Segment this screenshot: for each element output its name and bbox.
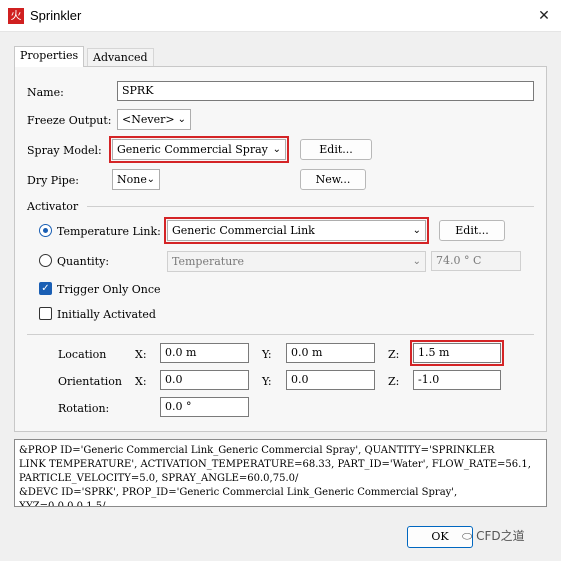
orientation-y-label: Y: xyxy=(262,375,272,388)
temperature-link-radio[interactable] xyxy=(39,224,52,237)
location-y-label: Y: xyxy=(262,348,272,361)
initially-activated-checkbox[interactable] xyxy=(39,307,52,320)
spray-model-select[interactable]: Generic Commercial Spray ⌄ xyxy=(109,136,289,163)
location-z-input[interactable]: 1.5 m xyxy=(410,340,504,366)
orientation-label: Orientation xyxy=(58,375,123,388)
name-label: Name: xyxy=(27,86,64,99)
quantity-select: Temperature ⌄ xyxy=(167,251,426,272)
temperature-link-edit-button[interactable]: Edit... xyxy=(439,220,505,241)
trigger-only-once-checkbox[interactable]: ✓ xyxy=(39,282,52,295)
freeze-output-label: Freeze Output: xyxy=(27,114,112,127)
orientation-y-input[interactable]: 0.0 xyxy=(286,370,375,390)
sprinkler-app-icon: 火 xyxy=(8,8,24,24)
geometry-divider xyxy=(27,334,534,335)
name-input[interactable]: SPRK xyxy=(117,81,534,101)
fds-preview-textbox[interactable]: &PROP ID='Generic Commercial Link_Generi… xyxy=(14,439,547,507)
activator-divider xyxy=(87,206,534,207)
dry-pipe-label: Dry Pipe: xyxy=(27,174,79,187)
quantity-value: Temperature xyxy=(172,255,245,268)
freeze-output-select[interactable]: <Never> ⌄ xyxy=(117,109,191,130)
freeze-output-value: <Never> xyxy=(122,113,175,126)
activation-temperature-field: 74.0 ° C xyxy=(431,251,521,271)
dry-pipe-new-button[interactable]: New... xyxy=(300,169,366,190)
spray-model-label: Spray Model: xyxy=(27,144,102,157)
temperature-link-select[interactable]: Generic Commercial Link ⌄ xyxy=(164,217,429,244)
rotation-label: Rotation: xyxy=(58,402,110,415)
initially-activated-label: Initially Activated xyxy=(57,308,156,321)
wechat-icon: ⬭ xyxy=(462,529,477,543)
chevron-down-icon: ⌄ xyxy=(146,174,155,185)
close-button[interactable]: ✕ xyxy=(533,6,555,26)
tab-properties[interactable]: Properties xyxy=(14,46,85,67)
chevron-down-icon: ⌄ xyxy=(272,144,281,155)
chevron-down-icon: ⌄ xyxy=(177,114,186,125)
orientation-z-label: Z: xyxy=(388,375,400,388)
chevron-down-icon: ⌄ xyxy=(412,256,421,267)
spray-edit-button[interactable]: Edit... xyxy=(300,139,372,160)
activator-label: Activator xyxy=(27,200,79,213)
spray-model-value: Generic Commercial Spray xyxy=(117,143,268,156)
quantity-radio[interactable] xyxy=(39,254,52,267)
location-x-label: X: xyxy=(135,348,147,361)
watermark-text: CFD之道 xyxy=(476,529,525,543)
rotation-input[interactable]: 0.0 ° xyxy=(160,397,249,417)
trigger-only-once-label: Trigger Only Once xyxy=(57,283,161,296)
quantity-label: Quantity: xyxy=(57,255,110,268)
orientation-z-input[interactable]: -1.0 xyxy=(413,370,501,390)
chevron-down-icon: ⌄ xyxy=(412,225,421,236)
location-z-label: Z: xyxy=(388,348,400,361)
dry-pipe-value: None xyxy=(117,173,147,186)
tab-advanced[interactable]: Advanced xyxy=(87,48,154,66)
temperature-link-value: Generic Commercial Link xyxy=(172,224,315,237)
location-label: Location xyxy=(58,348,107,361)
watermark-logo: ⬭ CFD之道 xyxy=(462,527,525,544)
orientation-x-label: X: xyxy=(135,375,147,388)
fds-preview-text: &PROP ID='Generic Commercial Link_Generi… xyxy=(19,445,531,507)
location-y-input[interactable]: 0.0 m xyxy=(286,343,375,363)
orientation-x-input[interactable]: 0.0 xyxy=(160,370,249,390)
window-title: Sprinkler xyxy=(30,8,82,23)
dry-pipe-select[interactable]: None ⌄ xyxy=(112,169,160,190)
temperature-link-label: Temperature Link: xyxy=(57,225,161,238)
title-bar: 火 Sprinkler ✕ xyxy=(0,0,561,32)
location-x-input[interactable]: 0.0 m xyxy=(160,343,249,363)
